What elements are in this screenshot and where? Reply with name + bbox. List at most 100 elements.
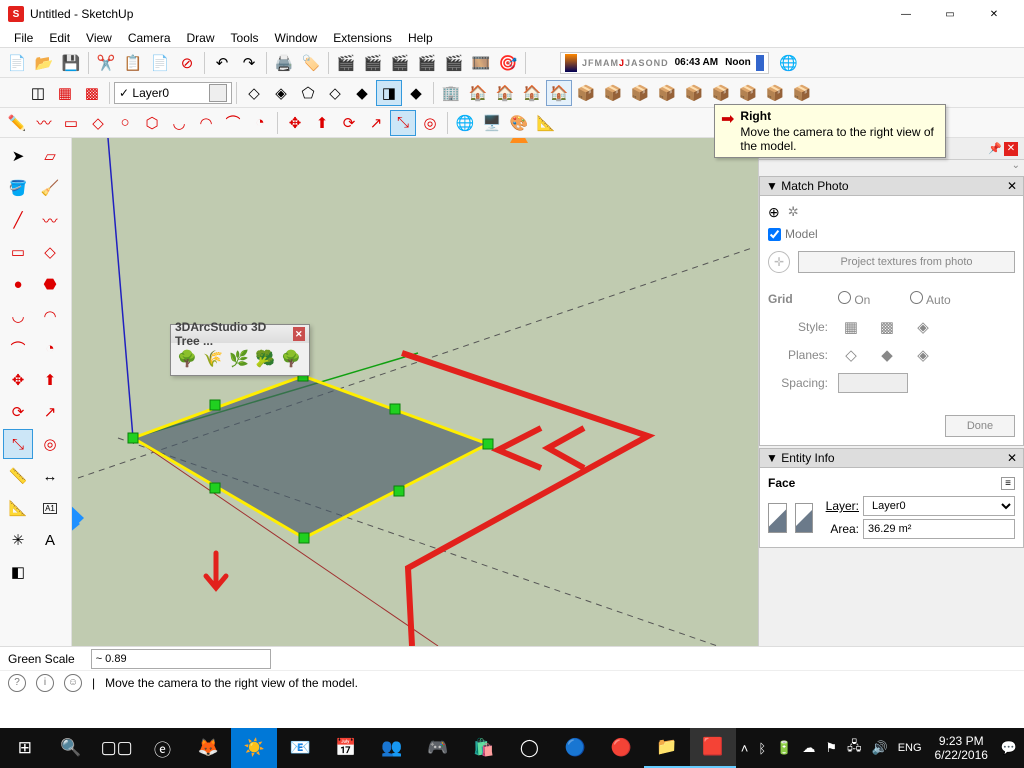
new-match-icon[interactable]: ⊕ [768,204,780,221]
battery-tray-icon[interactable]: 🔋 [771,740,797,756]
grid-on-radio[interactable] [838,291,851,304]
style-opt-3[interactable]: ◈ [910,314,936,340]
delete-icon[interactable]: ⊘ [174,50,200,76]
solid-tool-3[interactable]: ⬠ [295,80,321,106]
volume-icon[interactable]: 🔊 [867,740,893,756]
sandbox-icon-3[interactable]: ▩ [79,80,105,106]
tree-icon-3[interactable]: 🌿 [227,347,251,371]
defender-icon[interactable]: ⚑ [820,740,842,756]
house-icon-7[interactable]: 📦 [600,80,626,106]
house-icon-6[interactable]: 📦 [573,80,599,106]
done-button[interactable]: Done [945,415,1015,437]
followme-icon[interactable]: ↗ [363,110,389,136]
pushpull2-icon[interactable]: ⬆ [35,365,65,395]
sketchup-taskbar-icon[interactable]: 🟥 [690,728,736,768]
sandbox-icon-2[interactable]: ▦ [52,80,78,106]
style-opt-2[interactable]: ▩ [874,314,900,340]
styles-icon-3[interactable]: 🎨 [506,110,532,136]
lang-indicator[interactable]: ENG [893,742,927,754]
rectangle-icon[interactable]: ▭ [58,110,84,136]
arc-icon-1[interactable]: ◡ [166,110,192,136]
solid-tool-6-active[interactable]: ◨ [376,80,402,106]
scene-icon-3[interactable]: 🎬 [387,50,413,76]
text-icon[interactable]: A1 [35,493,65,523]
tree-icon-5[interactable]: 🌳 [279,347,303,371]
solid-tool-4[interactable]: ◇ [322,80,348,106]
scene-icon-6[interactable]: 🎞️ [468,50,494,76]
xbox-icon[interactable]: 🎮 [415,728,461,768]
opera-icon[interactable]: 🔴 [598,728,644,768]
section-icon[interactable]: ◧ [3,557,33,587]
menu-window[interactable]: Window [267,29,326,47]
pencil-icon[interactable]: ✏️ [4,110,30,136]
rrect-icon[interactable]: ◇ [35,237,65,267]
copy-icon[interactable]: 📋 [120,50,146,76]
weather-icon[interactable]: ☀️ [231,728,277,768]
print-icon[interactable]: 🖨️ [271,50,297,76]
house-icon-13[interactable]: 📦 [762,80,788,106]
component-icon[interactable]: ▱ [35,141,65,171]
style-opt-1[interactable]: ▦ [838,314,864,340]
cut-icon[interactable]: ✂️ [93,50,119,76]
pushpull-icon[interactable]: ⬆ [309,110,335,136]
edge-icon[interactable]: ⓔ [140,728,186,768]
3dtext-icon[interactable]: A [35,525,65,555]
undo-icon[interactable]: ↶ [209,50,235,76]
plane-opt-3[interactable]: ◈ [910,342,936,368]
offset-icon[interactable]: ◎ [417,110,443,136]
menu-file[interactable]: File [6,29,41,47]
menu-tools[interactable]: Tools [223,29,267,47]
arc-icon-2[interactable]: ◠ [193,110,219,136]
mail-icon[interactable]: 📧 [277,728,323,768]
scene-icon-1[interactable]: 🎬 [333,50,359,76]
close-button[interactable]: ✕ [972,0,1016,28]
gear-icon[interactable]: ✲ [788,204,799,221]
clock[interactable]: 9:23 PM 6/22/2016 [927,734,996,762]
styles-icon-2[interactable]: 🖥️ [479,110,505,136]
network-icon[interactable]: 🖧 [842,737,867,759]
house-icon-10[interactable]: 📦 [681,80,707,106]
panel-close-icon-2[interactable]: ✕ [1007,451,1017,465]
calendar-icon[interactable]: 📅 [323,728,369,768]
spacing-input[interactable] [838,373,908,393]
paint-icon[interactable]: 🪣 [3,173,33,203]
start-button[interactable]: ⊞ [2,728,48,768]
arc4-icon[interactable]: ⌒ [3,333,33,363]
house-icon-3[interactable]: 🏠 [492,80,518,106]
scene-icon-7[interactable]: 🎯 [495,50,521,76]
firefox-icon[interactable]: 🦊 [185,728,231,768]
house-icon-9[interactable]: 📦 [654,80,680,106]
search-icon[interactable]: 🔍 [48,728,94,768]
solid-tool-1[interactable]: ◇ [241,80,267,106]
shadow-time-strip[interactable]: J F M A M J J A S O N D 06:43 AM Noon [560,52,769,74]
view-right-icon[interactable]: 🏠 [546,80,572,106]
tree-icon-1[interactable]: 🌳 [175,347,199,371]
house-icon-8[interactable]: 📦 [627,80,653,106]
arc2-icon[interactable]: ◡ [3,301,33,331]
house-icon-2[interactable]: 🏠 [465,80,491,106]
circle-icon[interactable]: ○ [112,110,138,136]
solid-tool-2[interactable]: ◈ [268,80,294,106]
offset2-icon[interactable]: ◎ [35,429,65,459]
house-icon-11[interactable]: 📦 [708,80,734,106]
menu-extensions[interactable]: Extensions [325,29,400,47]
arc-icon-3[interactable]: ⌒ [220,110,246,136]
people-icon[interactable]: 👥 [369,728,415,768]
match-photo-header[interactable]: ▼ Match Photo ✕ [759,176,1024,196]
tray-expand-icon[interactable]: ˄ [736,741,754,756]
explorer-icon[interactable]: 📁 [644,728,690,768]
layer-combo[interactable]: ✓ Layer0 [114,82,232,104]
maximize-button[interactable]: ▭ [928,0,972,28]
menu-camera[interactable]: Camera [120,29,179,47]
entity-menu-icon[interactable]: ≡ [1001,477,1015,490]
menu-draw[interactable]: Draw [179,29,223,47]
scene-icon-4[interactable]: 🎬 [414,50,440,76]
palette-close-icon[interactable]: ✕ [293,327,305,341]
solid-tool-7[interactable]: ◆ [403,80,429,106]
redo-icon[interactable]: ↷ [236,50,262,76]
task-view-icon[interactable]: ▢▢ [94,728,140,768]
tray-close-icon[interactable]: ✕ [1004,142,1018,156]
styles-icon-4[interactable]: 📐 [533,110,559,136]
rotate2-icon[interactable]: ⟳ [3,397,33,427]
house-icon-1[interactable]: 🏢 [438,80,464,106]
